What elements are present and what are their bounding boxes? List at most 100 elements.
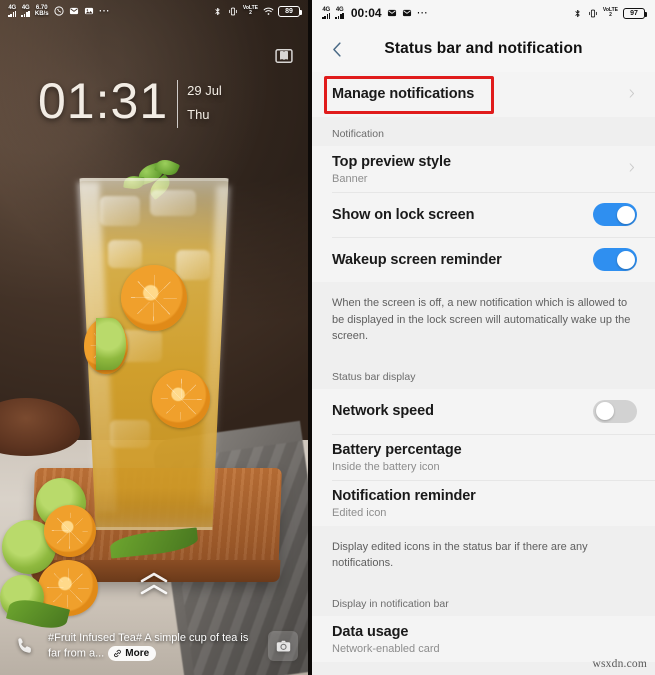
battery-percent-label: 97	[630, 9, 638, 17]
row-title: Manage notifications	[332, 86, 475, 103]
chevron-up-icon	[140, 584, 168, 595]
row-manage-notifications[interactable]: Manage notifications	[312, 72, 655, 117]
section-header-status-bar-display: Status bar display	[312, 359, 655, 389]
photo-citrus-slice	[121, 265, 187, 331]
message-icon	[69, 6, 79, 16]
status-overflow-dots: ⋯	[98, 5, 111, 17]
bluetooth-icon	[213, 6, 223, 16]
page-title: Status bar and notification	[384, 40, 583, 57]
wifi-icon	[263, 6, 274, 16]
volte-sim-number: 2	[609, 12, 612, 18]
whatsapp-icon	[53, 6, 64, 16]
settings-list: Manage notifications Notification Top pr…	[312, 72, 655, 675]
status-bar-clock: 00:04	[350, 6, 382, 20]
phone-icon[interactable]	[10, 631, 40, 661]
chevron-right-icon	[626, 160, 637, 178]
section-notification: Top preview style Banner Show on lock sc…	[312, 146, 655, 283]
row-text: Network speed	[332, 402, 585, 420]
section-header-display-in-notification-bar: Display in notification bar	[312, 586, 655, 616]
signal-4g-1-icon: 4G	[322, 7, 331, 19]
row-text: Wakeup screen reminder	[332, 251, 585, 269]
battery-indicator: 97	[623, 7, 647, 19]
row-text: Top preview style Banner	[332, 153, 618, 185]
photo-lime-wedge	[96, 318, 126, 370]
row-network-speed[interactable]: Network speed	[312, 388, 655, 434]
status-bar-right-cluster: VoLTE 2 89	[213, 5, 302, 17]
signal-4g-2-icon: 4G	[335, 7, 344, 19]
status-bar-left-cluster: 4G 4G 00:04 ⋯	[322, 6, 429, 20]
row-subtitle: Banner	[332, 173, 368, 186]
section-description-status-bar-display: Display edited icons in the status bar i…	[312, 525, 655, 587]
section-header-notification: Notification	[312, 117, 655, 146]
dual-screenshot: 4G 4G 6.70 KB/s ⋯ VoLTE 2 89 01:31 29 Ju…	[0, 0, 655, 675]
clock-date-block: 29 Jul Thu	[187, 78, 222, 122]
battery-indicator: 89	[278, 5, 302, 17]
signal-4g-1-icon: 4G	[8, 5, 17, 17]
toggle-network-speed[interactable]	[593, 399, 637, 423]
settings-header: Status bar and notification	[312, 26, 655, 72]
row-text: Data usage Network-enabled card	[332, 623, 637, 655]
manage-notifications-group: Manage notifications	[312, 72, 655, 117]
toggle-knob	[616, 250, 635, 269]
row-title: Notification reminder	[332, 487, 476, 504]
camera-icon	[268, 631, 298, 661]
row-title: Show on lock screen	[332, 206, 475, 223]
unlock-swipe-indicator[interactable]	[0, 572, 308, 595]
toggle-wakeup-screen-reminder[interactable]	[593, 248, 637, 272]
row-title: Network speed	[332, 403, 434, 420]
row-text: Battery percentage Inside the battery ic…	[332, 441, 637, 473]
row-title: Data usage	[332, 623, 409, 640]
status-bar-right-cluster: VoLTE 2 97	[573, 7, 647, 19]
camera-shortcut[interactable]	[268, 631, 298, 661]
settings-panel: 4G 4G 00:04 ⋯ VoLTE 2 97 Status bar and …	[312, 0, 655, 675]
row-notification-reminder[interactable]: Notification reminder Edited icon	[312, 479, 655, 526]
data-rate-unit: KB/s	[34, 11, 49, 17]
row-title: Top preview style	[332, 154, 451, 170]
status-bar-left-cluster: 4G 4G 6.70 KB/s ⋯	[8, 5, 111, 17]
photo-ice-cube	[100, 196, 140, 226]
settings-status-bar: 4G 4G 00:04 ⋯ VoLTE 2 97	[312, 0, 655, 26]
more-button-label: More	[125, 647, 150, 659]
clock-date: 29 Jul	[187, 83, 222, 98]
volte-icon: VoLTE 2	[243, 6, 258, 16]
toggle-knob	[595, 402, 614, 421]
section-status-bar-display: Network speed Battery percentage Inside …	[312, 388, 655, 526]
photo-ice-cube	[108, 240, 142, 268]
message-icon	[387, 8, 397, 18]
signal-4g-2-icon: 4G	[21, 5, 30, 17]
bluetooth-icon	[573, 8, 583, 18]
row-data-usage[interactable]: Data usage Network-enabled card	[312, 615, 655, 662]
lockscreen-status-bar: 4G 4G 6.70 KB/s ⋯ VoLTE 2 89	[0, 0, 308, 22]
lockscreen-clock: 01:31 29 Jul Thu	[38, 73, 222, 129]
clock-time: 01:31	[38, 73, 169, 129]
toggle-show-on-lock-screen[interactable]	[593, 203, 637, 227]
magazine-icon[interactable]	[274, 46, 294, 71]
row-show-on-lock-screen[interactable]: Show on lock screen	[312, 192, 655, 238]
row-text: Manage notifications	[332, 85, 618, 103]
row-title: Battery percentage	[332, 441, 462, 458]
back-button[interactable]	[324, 36, 350, 62]
clock-divider	[177, 80, 179, 128]
more-button[interactable]: More	[108, 645, 157, 662]
message-icon-2	[402, 8, 412, 18]
row-top-preview-style[interactable]: Top preview style Banner	[312, 146, 655, 193]
photo-halved-citrus	[44, 505, 96, 557]
photo-ice-cube	[150, 190, 196, 216]
photo-ice-cube	[176, 250, 210, 280]
watermark: wsxdn.com	[592, 658, 647, 670]
clock-weekday: Thu	[187, 107, 210, 122]
row-battery-percentage[interactable]: Battery percentage Inside the battery ic…	[312, 433, 655, 480]
toggle-knob	[616, 205, 635, 224]
row-title: Wakeup screen reminder	[332, 251, 502, 268]
chevron-left-icon	[332, 41, 341, 57]
gallery-icon	[84, 6, 94, 16]
row-wakeup-screen-reminder[interactable]: Wakeup screen reminder	[312, 237, 655, 283]
data-rate-indicator: 6.70 KB/s	[35, 5, 49, 17]
link-icon	[114, 649, 122, 658]
chevron-right-icon	[626, 86, 637, 104]
lock-screen-panel: 4G 4G 6.70 KB/s ⋯ VoLTE 2 89 01:31 29 Ju…	[0, 0, 308, 675]
lockscreen-bottom-bar: #Fruit Infused Tea# A simple cup of tea …	[0, 617, 308, 675]
volte-sim-number: 2	[249, 10, 252, 16]
chevron-up-icon	[140, 572, 168, 583]
status-overflow-dots: ⋯	[416, 7, 429, 19]
